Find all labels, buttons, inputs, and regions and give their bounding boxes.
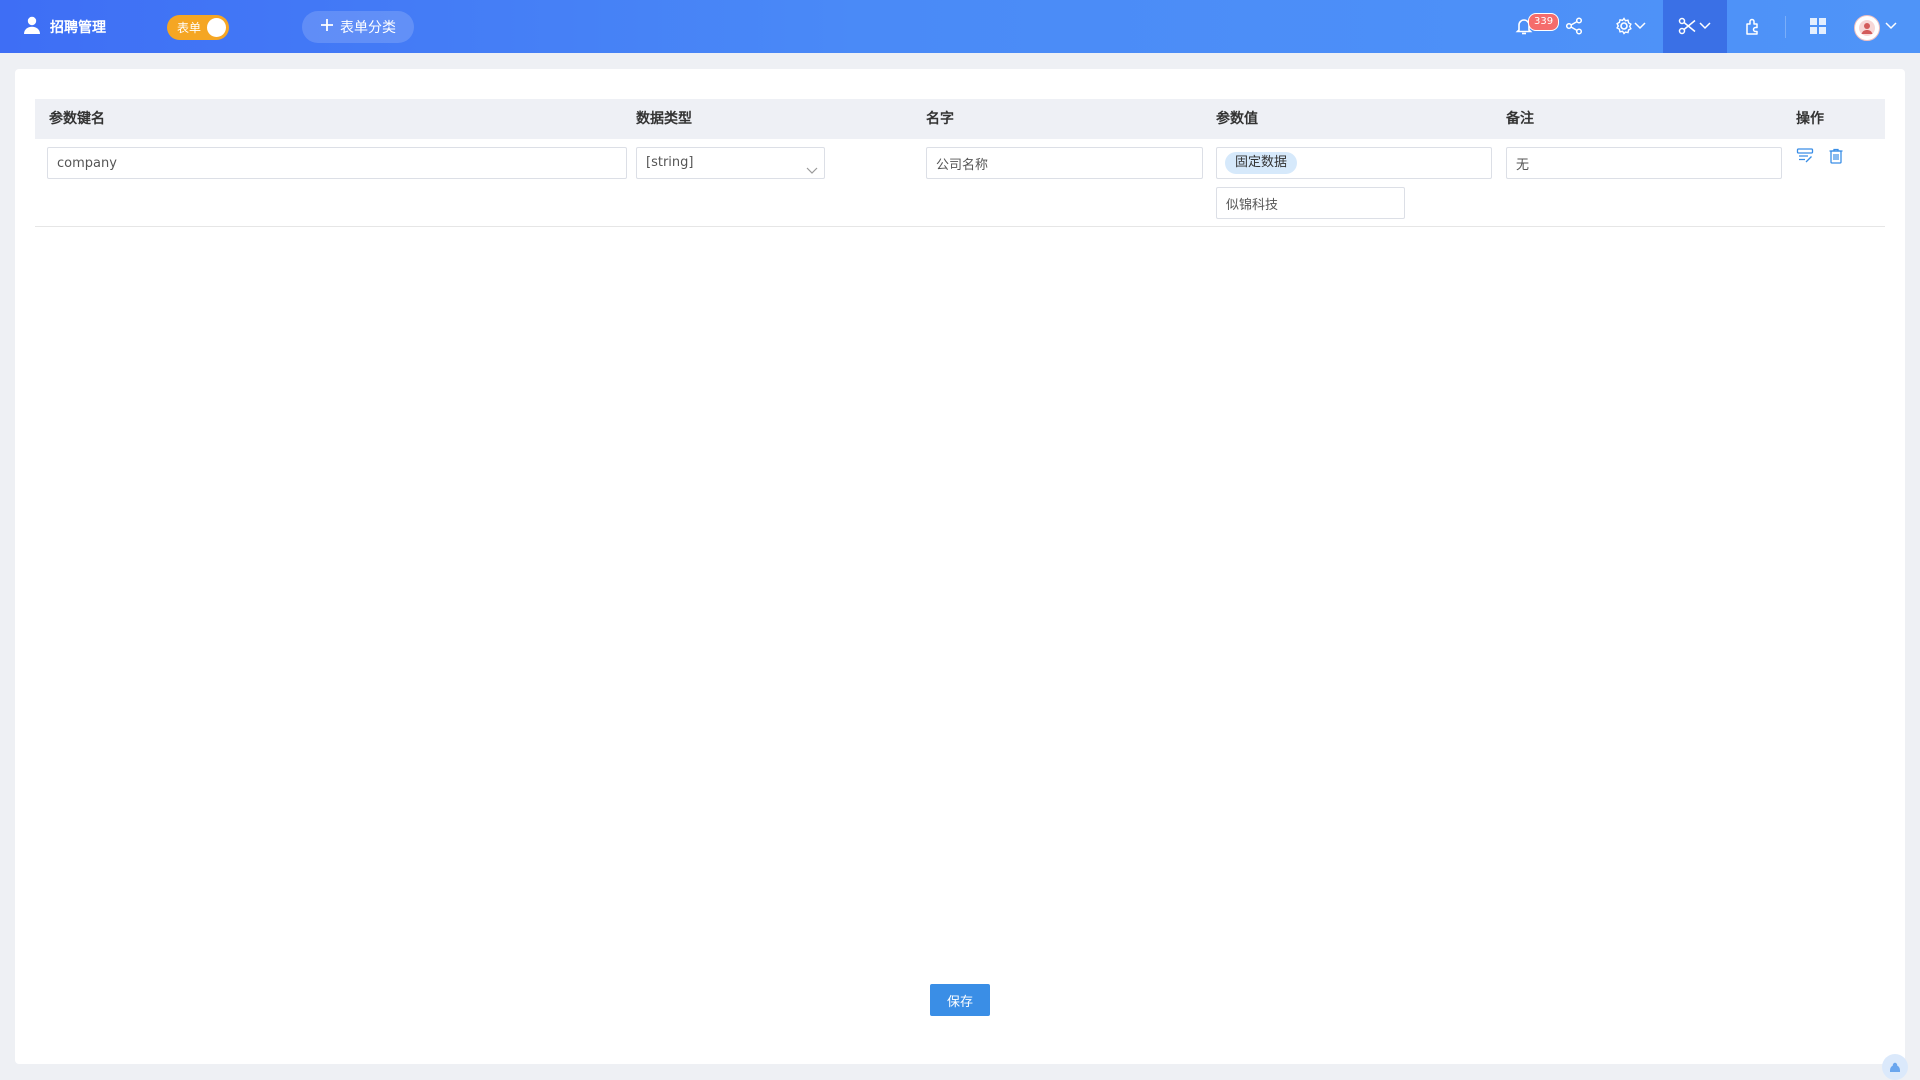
column-header-type: 数据类型: [636, 111, 692, 127]
top-bar: 招聘管理 表单 表单分类 339: [0, 0, 1920, 53]
table-header: 参数键名 数据类型 名字 参数值 备注 操作: [35, 99, 1885, 139]
chevron-down-icon: [806, 157, 818, 187]
column-header-value: 参数值: [1216, 111, 1258, 127]
header-divider: [1785, 16, 1786, 38]
notification-badge: 339: [1528, 13, 1560, 31]
delete-icon[interactable]: [1826, 146, 1846, 166]
param-value-input[interactable]: [1216, 187, 1405, 219]
value-source-tag[interactable]: 固定数据: [1225, 152, 1298, 174]
add-category-button[interactable]: 表单分类: [302, 11, 414, 43]
toggle-knob: [207, 18, 226, 37]
save-button[interactable]: 保存: [930, 984, 990, 1016]
form-mode-toggle[interactable]: 表单: [167, 15, 229, 40]
main-card: 参数键名 数据类型 名字 参数值 备注 操作 [string] 固定数据 保存: [15, 69, 1905, 1064]
edit-icon[interactable]: [1795, 146, 1815, 166]
plugin-icon[interactable]: [1741, 14, 1765, 38]
app-brand[interactable]: 招聘管理: [22, 14, 106, 40]
add-category-label: 表单分类: [340, 20, 396, 36]
data-type-select[interactable]: [string]: [636, 147, 825, 179]
data-type-value: [string]: [646, 155, 694, 170]
apps-icon[interactable]: [1806, 14, 1830, 38]
share-icon[interactable]: [1562, 14, 1586, 38]
chevron-down-icon[interactable]: [1633, 14, 1647, 38]
column-header-name: 名字: [926, 111, 954, 127]
chevron-down-icon[interactable]: [1698, 14, 1712, 38]
chevron-down-icon[interactable]: [1884, 14, 1898, 38]
value-source-select[interactable]: 固定数据: [1216, 147, 1492, 179]
tools-icon[interactable]: [1675, 14, 1699, 38]
avatar[interactable]: [1854, 15, 1880, 41]
param-key-input[interactable]: [47, 147, 627, 179]
param-name-input[interactable]: [926, 147, 1203, 179]
plus-icon: [320, 18, 334, 36]
help-float-icon[interactable]: [1882, 1054, 1908, 1080]
column-header-key: 参数键名: [49, 111, 105, 127]
column-header-remark: 备注: [1506, 111, 1534, 127]
remark-input[interactable]: [1506, 147, 1782, 179]
column-header-actions: 操作: [1796, 111, 1824, 127]
row-divider: [35, 226, 1885, 227]
toggle-label: 表单: [177, 21, 202, 35]
app-title: 招聘管理: [50, 20, 106, 36]
user-icon: [22, 15, 42, 39]
